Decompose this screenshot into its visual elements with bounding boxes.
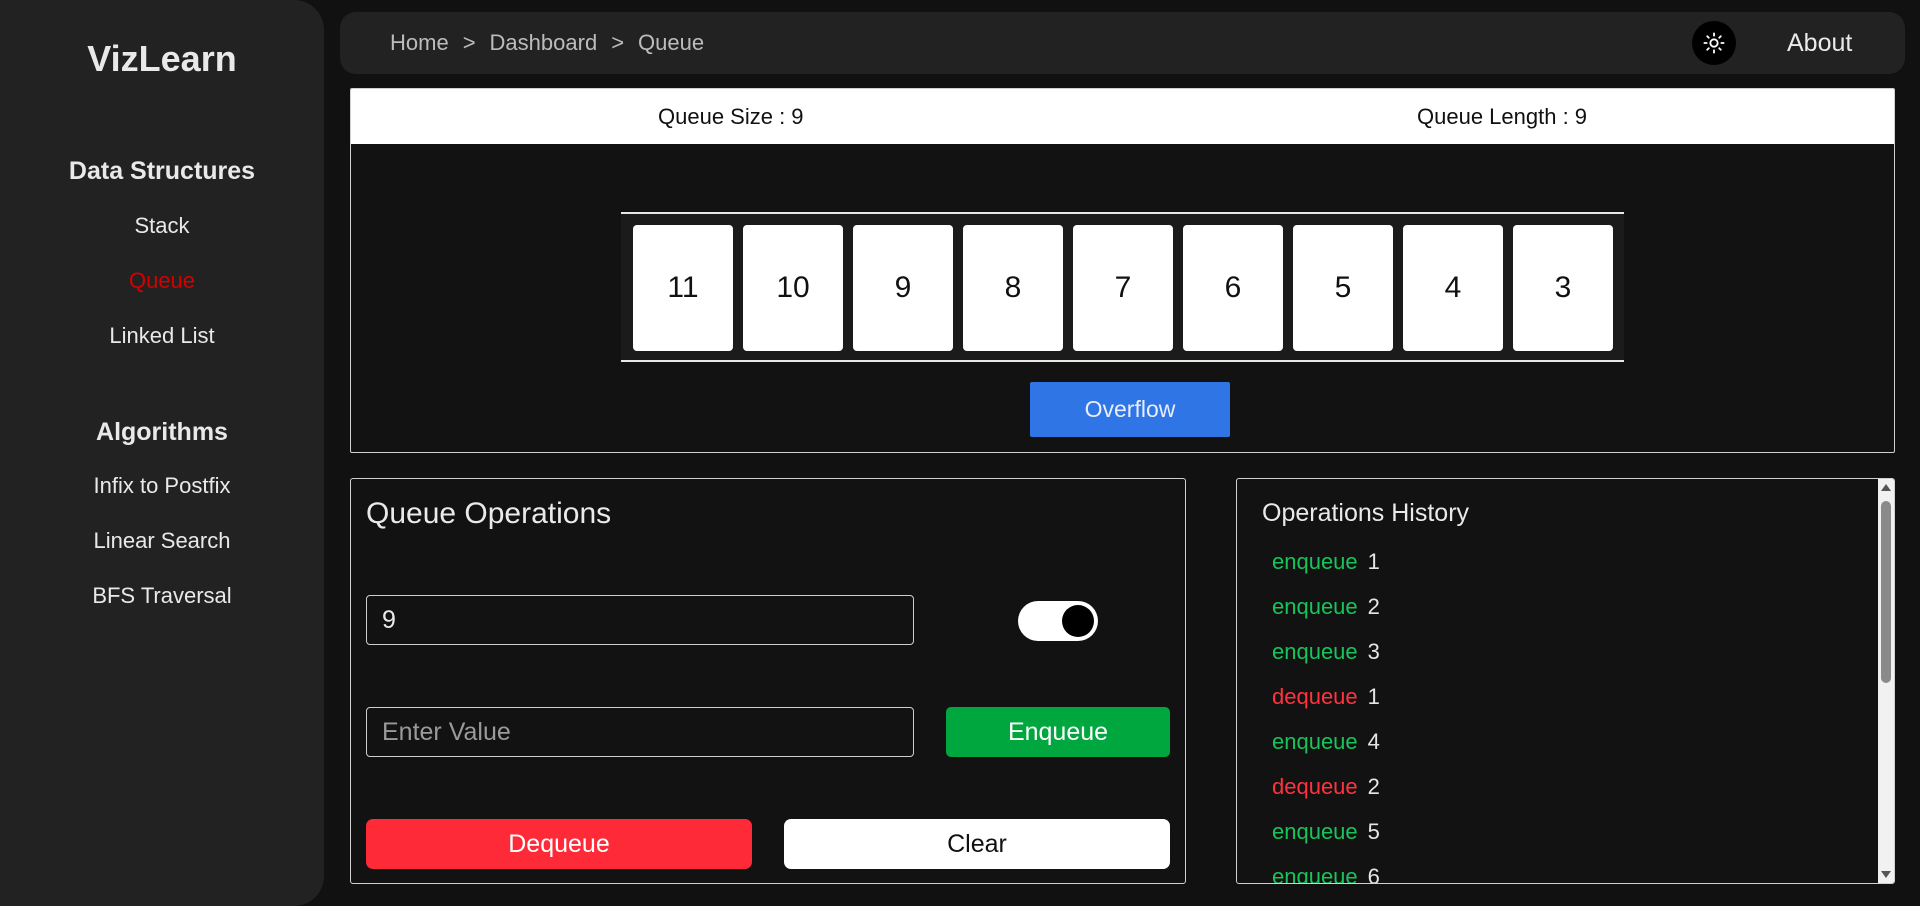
queue-item: 5 <box>1293 225 1393 351</box>
history-op: enqueue <box>1272 548 1358 574</box>
queue-length-label: Queue Length : 9 <box>1417 104 1588 129</box>
enqueue-button[interactable]: Enqueue <box>946 707 1170 757</box>
enqueue-value-input[interactable] <box>366 707 914 757</box>
history-op: dequeue <box>1272 683 1358 709</box>
sun-icon <box>1703 32 1725 54</box>
breadcrumb-queue[interactable]: Queue <box>638 30 704 56</box>
history-op: enqueue <box>1272 593 1358 619</box>
section-title-algorithms: Algorithms <box>96 418 228 446</box>
history-value: 1 <box>1367 683 1380 709</box>
queue-item: 11 <box>633 225 733 351</box>
history-value: 6 <box>1367 863 1380 884</box>
queue-visualization-panel: Queue Size : 9 Queue Length : 9 11 10 9 … <box>350 88 1895 453</box>
queue-size-label: Queue Size : 9 <box>658 104 804 129</box>
breadcrumb-separator: > <box>462 30 476 55</box>
operations-history-panel: Operations History enqueue 1 enqueue 2 enq… <box>1236 478 1895 884</box>
overflow-status-button[interactable]: Overflow <box>1030 382 1230 437</box>
history-op: enqueue <box>1272 728 1358 754</box>
history-entry: enqueue 5 <box>1272 809 1852 854</box>
queue-item: 4 <box>1403 225 1503 351</box>
history-op: enqueue <box>1272 818 1358 844</box>
history-value: 2 <box>1367 593 1380 619</box>
sidebar-item-stack[interactable]: Stack <box>0 213 324 239</box>
history-op: enqueue <box>1272 863 1358 884</box>
queue-item: 10 <box>743 225 843 351</box>
history-title: Operations History <box>1262 499 1470 527</box>
breadcrumb-separator: > <box>611 30 625 55</box>
history-op: enqueue <box>1272 638 1358 664</box>
history-entry: dequeue 1 <box>1272 674 1852 719</box>
history-entry: enqueue 2 <box>1272 584 1852 629</box>
theme-toggle-button[interactable] <box>1692 21 1736 65</box>
history-entry: enqueue 6 <box>1272 854 1852 884</box>
queue-item: 7 <box>1073 225 1173 351</box>
toggle-knob <box>1062 605 1094 637</box>
breadcrumb: Home > Dashboard > Queue <box>390 12 704 74</box>
sidebar-item-infix-to-postfix[interactable]: Infix to Postfix <box>0 473 324 499</box>
history-value: 4 <box>1367 728 1380 754</box>
breadcrumb-home[interactable]: Home <box>390 30 449 56</box>
breadcrumb-dashboard[interactable]: Dashboard <box>490 30 598 56</box>
history-entry: enqueue 1 <box>1272 539 1852 584</box>
dequeue-button[interactable]: Dequeue <box>366 819 752 869</box>
sidebar-item-queue[interactable]: Queue <box>0 268 324 294</box>
scroll-up-arrow-icon[interactable] <box>1881 484 1891 491</box>
queue-operations-panel: Queue Operations Enqueue Dequeue Clear <box>350 478 1186 884</box>
clear-button[interactable]: Clear <box>784 819 1170 869</box>
top-bar: Home > Dashboard > Queue About <box>340 12 1905 74</box>
queue-item: 6 <box>1183 225 1283 351</box>
about-link[interactable]: About <box>1787 12 1852 74</box>
history-entry: enqueue 3 <box>1272 629 1852 674</box>
history-op: dequeue <box>1272 773 1358 799</box>
history-scrollbar[interactable] <box>1878 479 1894 883</box>
history-value: 1 <box>1367 548 1380 574</box>
sidebar-item-linked-list[interactable]: Linked List <box>0 323 324 349</box>
history-entry: enqueue 4 <box>1272 719 1852 764</box>
queue-item: 8 <box>963 225 1063 351</box>
scrollbar-thumb[interactable] <box>1881 501 1891 683</box>
history-value: 2 <box>1367 773 1380 799</box>
sidebar: VizLearn Data Structures Stack Queue Lin… <box>0 0 324 906</box>
history-value: 3 <box>1367 638 1380 664</box>
scroll-down-arrow-icon[interactable] <box>1881 871 1891 878</box>
history-entry: dequeue 2 <box>1272 764 1852 809</box>
queue-container: 11 10 9 8 7 6 5 4 3 <box>621 212 1624 362</box>
sidebar-item-bfs-traversal[interactable]: BFS Traversal <box>0 583 324 609</box>
mode-toggle[interactable] <box>1018 601 1098 641</box>
app-logo[interactable]: VizLearn <box>0 38 324 80</box>
queue-size-input[interactable] <box>366 595 914 645</box>
operations-title: Queue Operations <box>366 497 612 530</box>
section-title-data-structures: Data Structures <box>68 157 256 185</box>
history-value: 5 <box>1367 818 1380 844</box>
queue-item: 3 <box>1513 225 1613 351</box>
history-list: enqueue 1 enqueue 2 enqueue 3 dequeue 1 enqu… <box>1272 539 1852 884</box>
queue-item: 9 <box>853 225 953 351</box>
sidebar-item-linear-search[interactable]: Linear Search <box>0 528 324 554</box>
queue-stats-header: Queue Size : 9 Queue Length : 9 <box>351 89 1894 144</box>
